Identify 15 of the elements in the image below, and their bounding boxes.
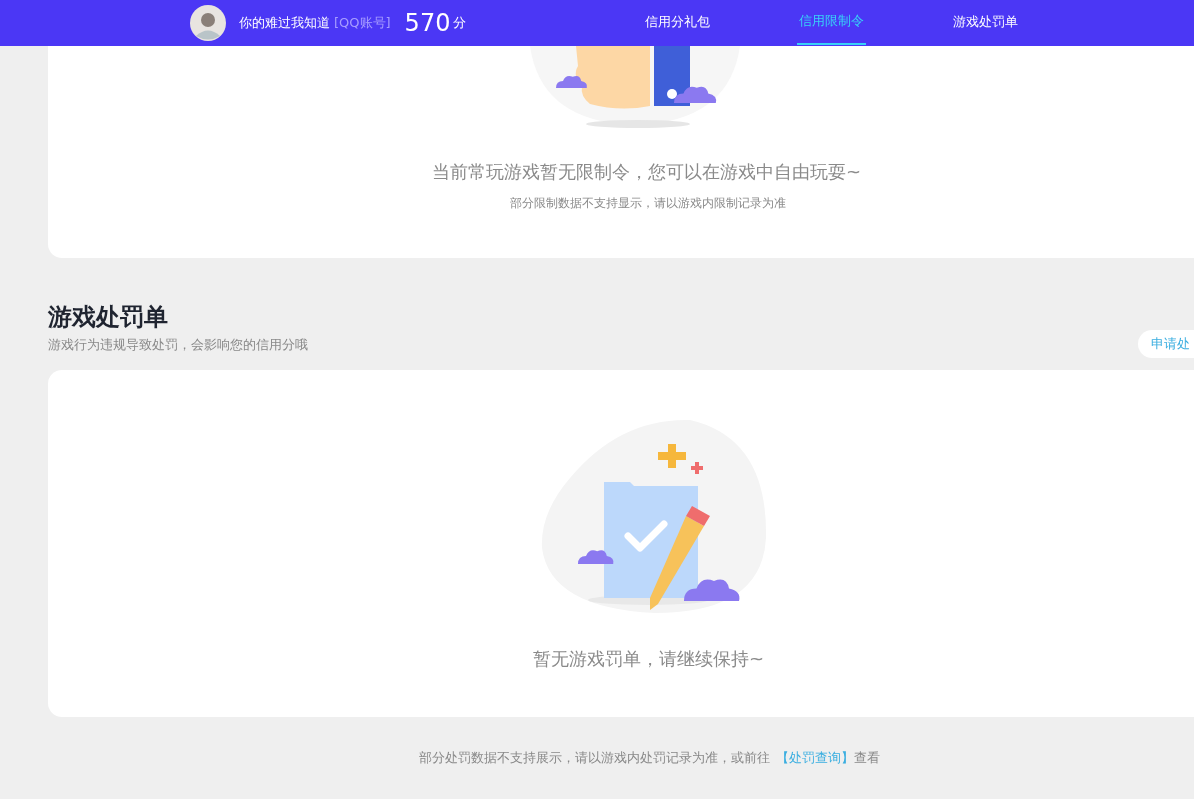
apply-button[interactable]: 申请处: [1138, 330, 1194, 358]
user-name: 你的难过我知道: [239, 14, 330, 32]
nav-tab[interactable]: 信用分礼包: [600, 0, 754, 46]
credit-score: 570: [404, 9, 451, 37]
empty-message: 当前常玩游戏暂无限制令，您可以在游戏中自由玩耍~: [432, 160, 862, 184]
data-note: 部分限制数据不支持显示，请以游戏内限制记录为准: [510, 196, 786, 211]
section-subtitle: 游戏行为违规导致处罚，会影响您的信用分哦: [48, 336, 308, 354]
score-unit: 分: [453, 14, 467, 32]
section-title: 游戏处罚单: [48, 302, 169, 332]
avatar: [190, 5, 226, 41]
penalty-query-link[interactable]: 【处罚查询】: [775, 750, 854, 765]
nav-tab[interactable]: 游戏处罚单: [908, 0, 1062, 46]
footer-note: 部分处罚数据不支持展示，请以游戏内处罚记录为准，或前往 【处罚查询】查看: [417, 749, 881, 767]
empty-message: 暂无游戏罚单，请继续保持~: [533, 647, 765, 671]
account-type: [QQ账号]: [334, 14, 391, 32]
